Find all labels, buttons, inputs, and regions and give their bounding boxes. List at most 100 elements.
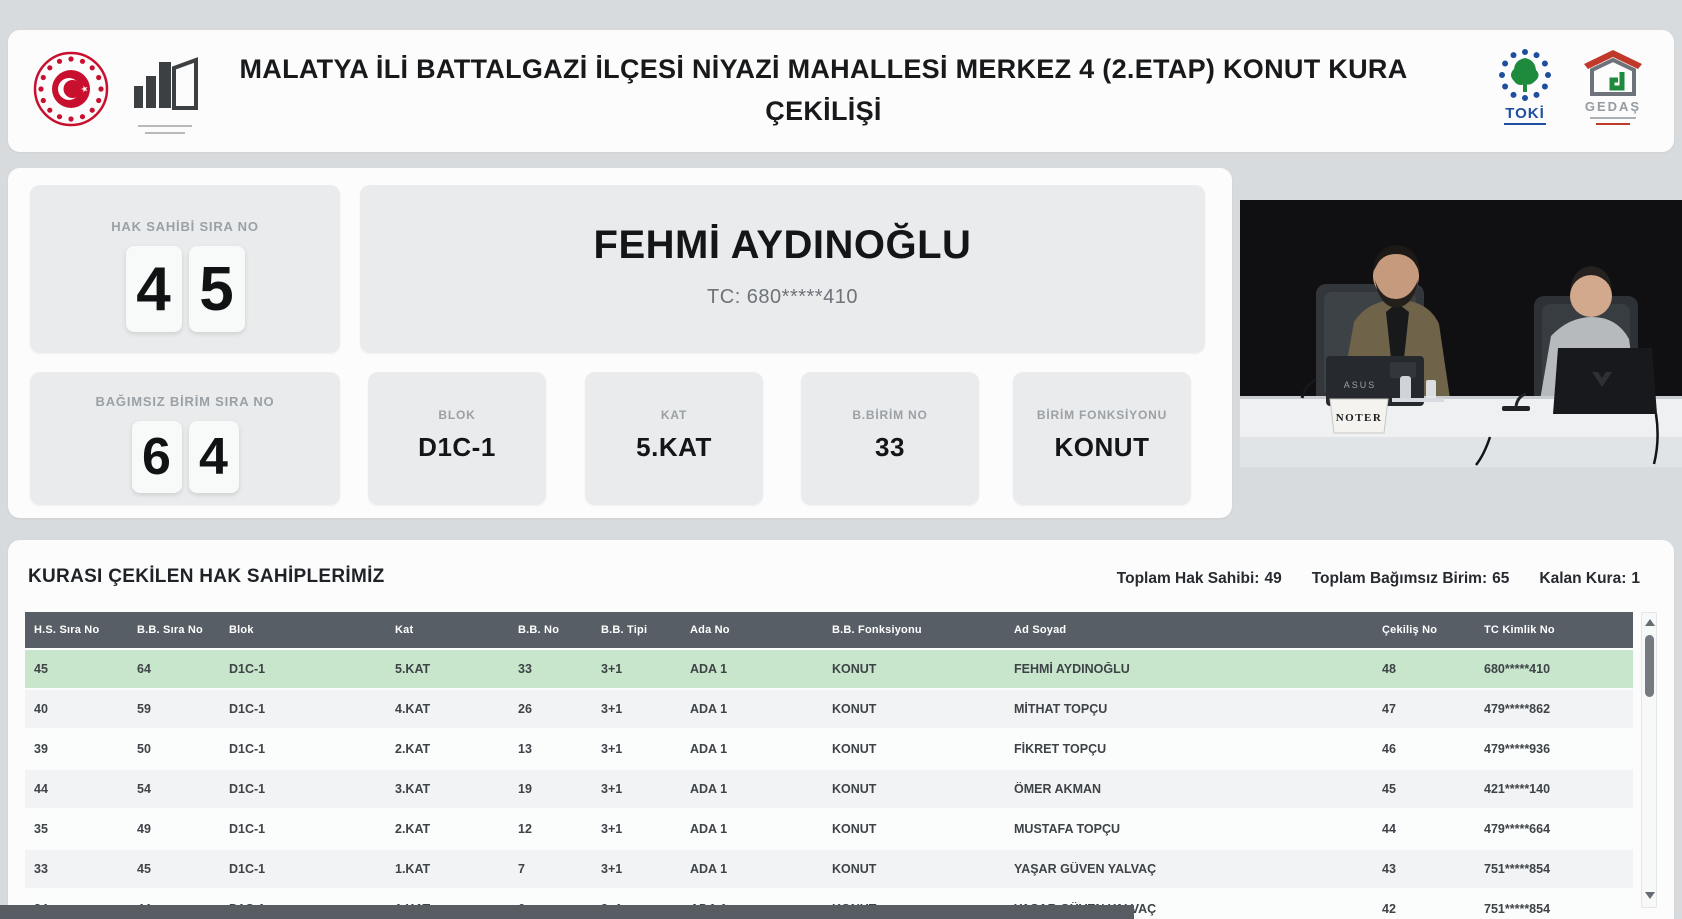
table-row: 44 54 D1C-1 3.KAT 19 3+1 ADA 1 KONUT ÖMER AKMAN 4… (25, 770, 1633, 808)
birim-fonksiyonu-value: KONUT (1054, 432, 1150, 462)
birim-no-value: 33 (875, 432, 905, 462)
kat-card: KAT 5.KAT (585, 372, 763, 505)
ministry-building-logo-icon (130, 48, 200, 134)
scrollbar-thumb[interactable] (1645, 635, 1654, 697)
table-cell: 479*****862 (1484, 702, 1551, 716)
table-cell: FEHMİ AYDINOĞLU (1014, 662, 1130, 676)
table-cell: FİKRET TOPÇU (1014, 742, 1107, 756)
column-header: Kat (395, 624, 414, 636)
table-cell: 33 (34, 862, 48, 876)
table-cell: KONUT (832, 742, 877, 756)
table-cell: 3+1 (601, 822, 623, 836)
table-cell: KONUT (832, 822, 877, 836)
column-header: B.B. Tipi (601, 624, 648, 636)
birim-fonksiyonu-label: BİRİM FONKSİYONU (1036, 408, 1168, 422)
blok-card: BLOK D1C-1 (368, 372, 546, 505)
table-row: 39 50 D1C-1 2.KAT 13 3+1 ADA 1 KONUT FİKRET TOPÇ… (25, 730, 1633, 768)
table-cell: 19 (518, 782, 532, 796)
table-cell: D1C-1 (229, 702, 266, 716)
table-cell: 3+1 (601, 862, 623, 876)
table-cell: 2.KAT (395, 742, 431, 756)
scrollbar-up-arrow-icon[interactable] (1645, 619, 1655, 626)
birim-no-label: B.BİRİM NO (852, 408, 928, 422)
table-cell: 3+1 (601, 702, 623, 716)
noter-sign-text: NOTER (1336, 412, 1383, 424)
table-row: 33 45 D1C-1 1.KAT 7 3+1 ADA 1 KONUT YAŞAR GÜVEN … (25, 850, 1633, 888)
table-cell: 47 (1382, 702, 1396, 716)
bagimsiz-birim-digits: 64 (30, 421, 340, 493)
table-cell: KONUT (832, 662, 877, 676)
column-header: B.B. No (518, 624, 560, 636)
digit-box: 4 (188, 421, 239, 493)
table-cell: D1C-1 (229, 822, 266, 836)
table-cell: 13 (518, 742, 532, 756)
table-cell: KONUT (832, 702, 877, 716)
table-cell: ÖMER AKMAN (1014, 782, 1102, 796)
kat-label: KAT (660, 408, 688, 422)
table-cell: 5.KAT (395, 662, 431, 676)
digit-box: 5 (188, 246, 245, 332)
digit-box: 4 (125, 246, 182, 332)
table-cell: D1C-1 (229, 662, 266, 676)
table-cell: D1C-1 (229, 862, 266, 876)
column-header: Blok (229, 624, 254, 636)
table-cell: 45 (137, 862, 151, 876)
column-header: B.B. Sıra No (137, 624, 203, 636)
hak-sahibi-sira-no-card: HAK SAHİBİ SIRA NO 45 (30, 185, 340, 353)
table-cell: 1.KAT (395, 862, 431, 876)
table-cell: 35 (34, 822, 48, 836)
table-cell: MİTHAT TOPÇU (1014, 702, 1108, 716)
table-cell: 40 (34, 702, 48, 716)
table-cell: ADA 1 (690, 822, 728, 836)
digit-box: 6 (131, 421, 182, 493)
column-header: Çekiliş No (1382, 624, 1438, 636)
header-panel: MALATYA İLİ BATTALGAZİ İLÇESİ NİYAZİ MAH… (8, 30, 1674, 152)
scrollbar-down-arrow-icon[interactable] (1645, 892, 1655, 899)
winner-name: FEHMİ AYDINOĞLU (593, 223, 972, 267)
table-cell: 680*****410 (1484, 662, 1551, 676)
column-header: Ad Soyad (1014, 624, 1067, 636)
table-cell: 44 (1382, 822, 1396, 836)
table-cell: 4.KAT (395, 702, 431, 716)
table-cell: KONUT (832, 782, 877, 796)
results-panel: KURASI ÇEKİLEN HAK SAHİPLERİMİZ Toplam H… (8, 540, 1674, 919)
column-header: B.B. Fonksiyonu (832, 624, 922, 636)
results-title: KURASI ÇEKİLEN HAK SAHİPLERİMİZ (28, 566, 385, 587)
table-cell: 39 (34, 742, 48, 756)
table-row: 35 49 D1C-1 2.KAT 12 3+1 ADA 1 KONUT MUSTAFA TOP… (25, 810, 1633, 848)
table-cell: D1C-1 (229, 742, 266, 756)
summary-total-units: Toplam Bağımsız Birim: 65 (1311, 570, 1510, 587)
table-cell: ADA 1 (690, 662, 728, 676)
header-logos-right: TOKİ GEDAŞ (1498, 48, 1644, 125)
table-scrollbar[interactable] (1641, 612, 1657, 908)
table-cell: ADA 1 (690, 862, 728, 876)
table-cell: 479*****936 (1484, 742, 1551, 756)
results-summary: Toplam Hak Sahibi: 49 Toplam Bağımsız Bir… (1117, 570, 1640, 588)
table-cell: 48 (1382, 662, 1396, 676)
results-table-body: 45 64 D1C-1 5.KAT 33 3+1 ADA 1 KONUT FEHMİ AYDIN… (25, 650, 1633, 919)
table-cell: 49 (137, 822, 151, 836)
table-cell: 3+1 (601, 782, 623, 796)
hak-sahibi-digits: 45 (30, 246, 340, 332)
bagimsiz-birim-label: BAĞIMSIZ BİRİM SIRA NO (95, 394, 275, 409)
notary-video-feed: ASUS NOTER (1240, 200, 1682, 467)
bottom-bar (0, 905, 1134, 919)
results-table-header: H.S. Sıra No B.B. Sıra No Blok Kat B.B. No B.… (25, 612, 1633, 648)
gedas-sub-line-red (1596, 123, 1630, 125)
toki-logo-text: TOKİ (1504, 105, 1546, 125)
tc-government-emblem-icon (32, 50, 110, 133)
table-cell: 42 (1382, 902, 1396, 916)
table-cell: 3+1 (601, 742, 623, 756)
table-cell: 2.KAT (395, 822, 431, 836)
table-cell: 44 (34, 782, 48, 796)
table-cell: 50 (137, 742, 151, 756)
hak-sahibi-label: HAK SAHİBİ SIRA NO (111, 219, 259, 234)
birim-fonksiyonu-card: BİRİM FONKSİYONU KONUT (1013, 372, 1191, 505)
table-cell: MUSTAFA TOPÇU (1014, 822, 1121, 836)
column-header: H.S. Sıra No (34, 624, 100, 636)
table-cell: 64 (137, 662, 151, 676)
winner-tc-number: TC: 680*****410 (707, 286, 858, 308)
summary-total-owners: Toplam Hak Sahibi: 49 (1116, 570, 1282, 587)
laptop-brand-text: ASUS (1344, 380, 1377, 390)
table-cell: 751*****854 (1484, 902, 1551, 916)
